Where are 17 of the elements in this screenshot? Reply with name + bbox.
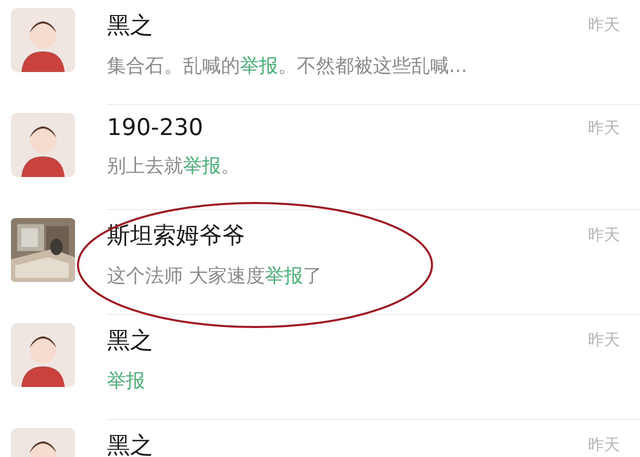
message-preview: 这个法师 大家速度举报了 xyxy=(107,264,324,289)
avatar-icon xyxy=(10,323,76,387)
message-time: 昨天 xyxy=(588,118,620,138)
avatar-icon xyxy=(10,113,76,177)
message-time: 昨天 xyxy=(588,435,620,456)
contact-name: 黑之 xyxy=(107,327,153,356)
contact-name: 斯坦索姆爷爷 xyxy=(107,222,245,251)
message-preview: 集合石。乱喊的举报。不然都被这些乱喊... xyxy=(107,54,468,79)
message-time: 昨天 xyxy=(588,330,620,351)
message-time: 昨天 xyxy=(588,15,620,36)
avatar-icon xyxy=(10,8,76,72)
message-time: 昨天 xyxy=(588,225,620,246)
contact-name: 190-230 xyxy=(107,115,204,141)
message-preview: 举报 xyxy=(107,369,146,394)
message-preview: 别上去就举报。 xyxy=(107,154,241,179)
contact-name: 黑之 xyxy=(107,432,153,457)
contact-name: 黑之 xyxy=(107,12,153,41)
